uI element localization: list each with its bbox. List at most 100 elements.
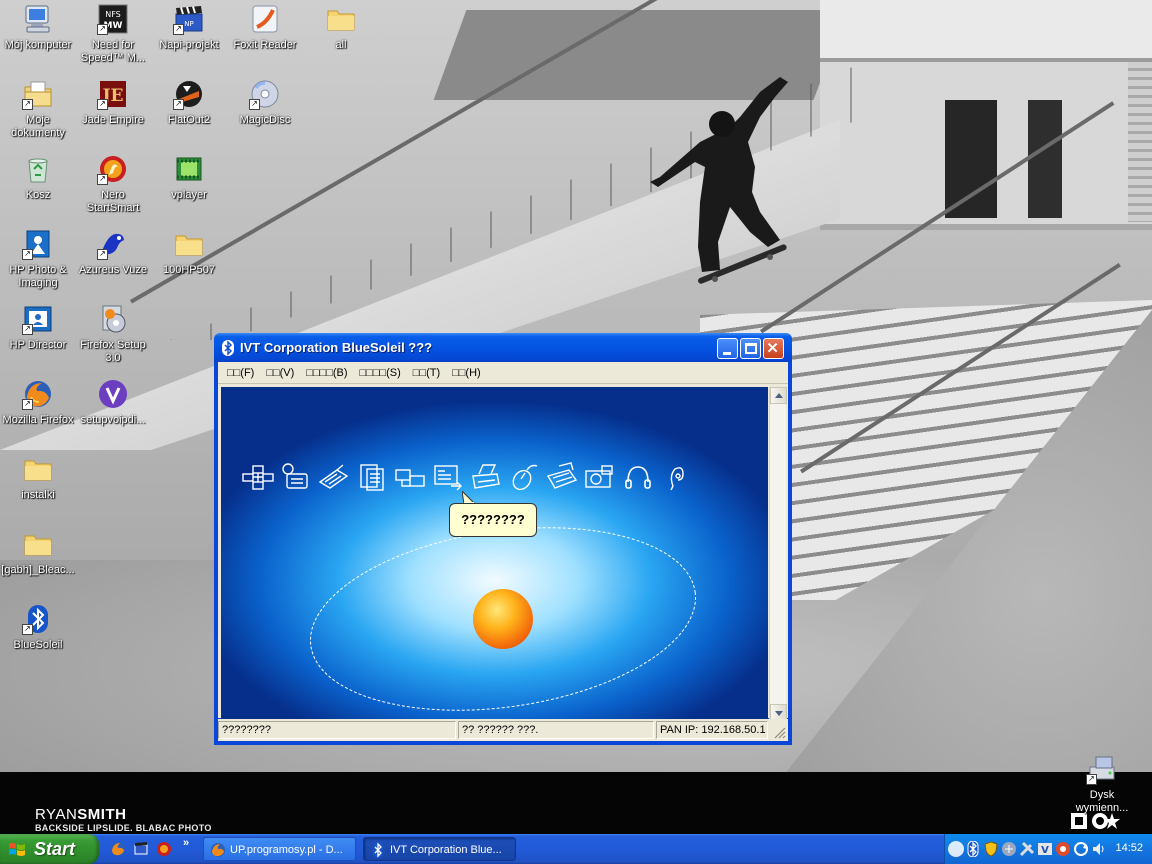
fax-icon[interactable] bbox=[545, 462, 579, 492]
desktop-icon-folder-all[interactable]: all bbox=[303, 3, 379, 52]
resize-grip-icon[interactable] bbox=[774, 727, 786, 739]
svg-text:V: V bbox=[1041, 845, 1049, 856]
maximize-button[interactable] bbox=[740, 338, 761, 359]
desktop-icon-my-computer[interactable]: Mój komputer bbox=[0, 3, 76, 52]
arrow-down-icon bbox=[775, 711, 783, 716]
svg-text:NFS: NFS bbox=[105, 10, 121, 19]
bluetooth-icon: ↗ bbox=[22, 603, 54, 635]
minimize-button[interactable] bbox=[717, 338, 738, 359]
close-button[interactable] bbox=[763, 338, 784, 359]
wallpaper-skater bbox=[650, 77, 788, 284]
camera-icon[interactable] bbox=[583, 462, 617, 492]
menu-tools[interactable]: □□(T) bbox=[407, 364, 446, 382]
recycle-bin-icon bbox=[22, 153, 54, 185]
nero-icon: ↗ bbox=[97, 153, 129, 185]
windows-logo-icon bbox=[9, 843, 25, 856]
desktop-icon-hp-director[interactable]: ↗ HP Director bbox=[0, 303, 76, 352]
app-quicklaunch-icon[interactable] bbox=[156, 841, 172, 857]
desktop-icon-hp-photo[interactable]: ↗ HP Photo & Imaging bbox=[0, 228, 76, 290]
menu-bluetooth[interactable]: □□□□(B) bbox=[300, 364, 353, 382]
update-tray-icon[interactable] bbox=[1055, 841, 1071, 857]
desktop-icon-need-for-speed[interactable]: NFS MW ↗ Need for Speed™ M... bbox=[75, 3, 151, 65]
media-quicklaunch-icon[interactable] bbox=[133, 841, 149, 857]
desktop-icon-folder-100hp507[interactable]: 100HP507 bbox=[151, 228, 227, 277]
computer-icon bbox=[22, 3, 54, 35]
status-pan-ip: PAN IP: 192.168.50.1 bbox=[656, 721, 768, 739]
wallpaper-caption: RYANSMITH bbox=[35, 806, 127, 823]
tools-tray-icon[interactable] bbox=[1019, 841, 1035, 857]
desktop-icon-setupvoip[interactable]: setupvoipdi... bbox=[75, 378, 151, 427]
desktop-icon-foxit-reader[interactable]: Foxit Reader bbox=[227, 3, 303, 52]
flatout-icon: ↗ bbox=[173, 78, 205, 110]
taskbar: Start » UP.programosy.pl - D... IVT Corp… bbox=[0, 834, 1152, 864]
arrow-up-icon bbox=[775, 393, 783, 398]
wallpaper-door bbox=[1028, 100, 1062, 218]
device-space-view[interactable]: ???????? bbox=[221, 387, 768, 721]
taskbar-button-firefox[interactable]: UP.programosy.pl - D... bbox=[203, 837, 356, 861]
menu-bar: □□(F) □□(V) □□□□(B) □□□□(S) □□(T) □□(H) bbox=[218, 362, 788, 384]
serial-port-icon[interactable] bbox=[317, 462, 351, 492]
removable-disk-icon: ↗ bbox=[1086, 753, 1118, 785]
title-bar[interactable]: IVT Corporation BlueSoleil ??? bbox=[214, 333, 792, 362]
clock[interactable]: 14:52 bbox=[1115, 842, 1143, 854]
client-area: ???????? bbox=[218, 384, 788, 721]
desktop-icon-firefox-setup[interactable]: Firefox Setup 3.0 bbox=[75, 303, 151, 365]
desktop-icon-bluesoleil[interactable]: ↗ BlueSoleil bbox=[0, 603, 76, 652]
start-button[interactable]: Start bbox=[0, 834, 99, 864]
desktop-icon-mozilla-firefox[interactable]: ↗ Mozilla Firefox bbox=[0, 378, 76, 427]
tooltip-balloon: ???????? bbox=[449, 503, 537, 537]
dialup-icon[interactable] bbox=[279, 462, 313, 492]
azureus-frog-icon: ↗ bbox=[97, 228, 129, 260]
bluetooth-tray-icon[interactable] bbox=[965, 841, 981, 857]
wallpaper-caption-subtitle: BACKSIDE LIPSLIDE. BLABAC PHOTO bbox=[35, 823, 212, 833]
file-transfer-icon[interactable] bbox=[355, 462, 389, 492]
network-tray-icon[interactable] bbox=[1001, 841, 1017, 857]
menu-file[interactable]: □□(F) bbox=[221, 364, 260, 382]
volume-icon[interactable] bbox=[1091, 841, 1107, 857]
desktop-icon-flatout2[interactable]: ↗ FlatOut2 bbox=[151, 78, 227, 127]
desktop-icon-jade-empire[interactable]: JE ↗ Jade Empire bbox=[75, 78, 151, 127]
antivirus-tray-icon[interactable]: V bbox=[1037, 841, 1053, 857]
desktop-icon-recycle-bin[interactable]: Kosz bbox=[0, 153, 76, 202]
local-device-orb[interactable] bbox=[473, 589, 533, 649]
info-exchange-icon[interactable] bbox=[431, 462, 465, 492]
headset-icon[interactable] bbox=[621, 462, 655, 492]
sync-tray-icon[interactable] bbox=[1073, 841, 1089, 857]
menu-view[interactable]: □□(V) bbox=[260, 364, 300, 382]
menu-help[interactable]: □□(H) bbox=[446, 364, 487, 382]
installer-icon bbox=[97, 303, 129, 335]
bluetooth-icon bbox=[373, 842, 383, 858]
taskbar-button-bluesoleil[interactable]: IVT Corporation Blue... bbox=[363, 837, 516, 861]
desktop-icon-azureus[interactable]: ↗ Azureus Vuze bbox=[75, 228, 151, 277]
vertical-scrollbar[interactable] bbox=[769, 387, 787, 721]
show-hidden-icons-button[interactable] bbox=[948, 841, 964, 857]
sync-icon[interactable] bbox=[393, 462, 427, 492]
desktop-icon-removable-disk[interactable]: ↗ Dysk wymienn... bbox=[1064, 753, 1140, 815]
desktop-icon-folder-instalki[interactable]: instalki bbox=[0, 453, 76, 502]
desktop-icon-napi-projekt[interactable]: NP ↗ Napi-projekt bbox=[151, 3, 227, 52]
bluetooth-icon bbox=[222, 340, 234, 356]
network-access-icon[interactable] bbox=[241, 462, 275, 492]
folder-icon bbox=[22, 528, 54, 560]
quicklaunch-more-button[interactable]: » bbox=[183, 837, 189, 849]
desktop-icon-nero[interactable]: ↗ Nero StartSmart bbox=[75, 153, 151, 215]
desktop-icon-vplayer[interactable]: vplayer bbox=[151, 153, 227, 202]
folder-icon bbox=[325, 3, 357, 35]
firefox-quicklaunch-icon[interactable] bbox=[110, 841, 126, 857]
security-shield-icon[interactable] bbox=[983, 841, 999, 857]
scroll-up-button[interactable] bbox=[770, 387, 787, 404]
printer-icon[interactable] bbox=[469, 462, 503, 492]
desktop-icon-folder-bleach[interactable]: [gabh]_Bleac... bbox=[0, 528, 76, 577]
menu-services[interactable]: □□□□(S) bbox=[354, 364, 407, 382]
voip-icon bbox=[97, 378, 129, 410]
system-tray: V 14:52 bbox=[944, 834, 1152, 864]
mouse-icon[interactable] bbox=[507, 462, 541, 492]
status-connection: ?? ?????? ???. bbox=[458, 721, 654, 739]
bluesoleil-window[interactable]: IVT Corporation BlueSoleil ??? □□(F) □□(… bbox=[214, 333, 792, 745]
audio-icon[interactable] bbox=[659, 462, 693, 492]
clapperboard-icon: NP ↗ bbox=[173, 3, 205, 35]
firefox-icon bbox=[211, 843, 225, 857]
desktop-icon-my-documents[interactable]: ↗ Moje dokumenty bbox=[0, 78, 76, 140]
desktop-icon-magicdisc[interactable]: ↗ MagicDisc bbox=[227, 78, 303, 127]
film-strip-icon bbox=[173, 153, 205, 185]
